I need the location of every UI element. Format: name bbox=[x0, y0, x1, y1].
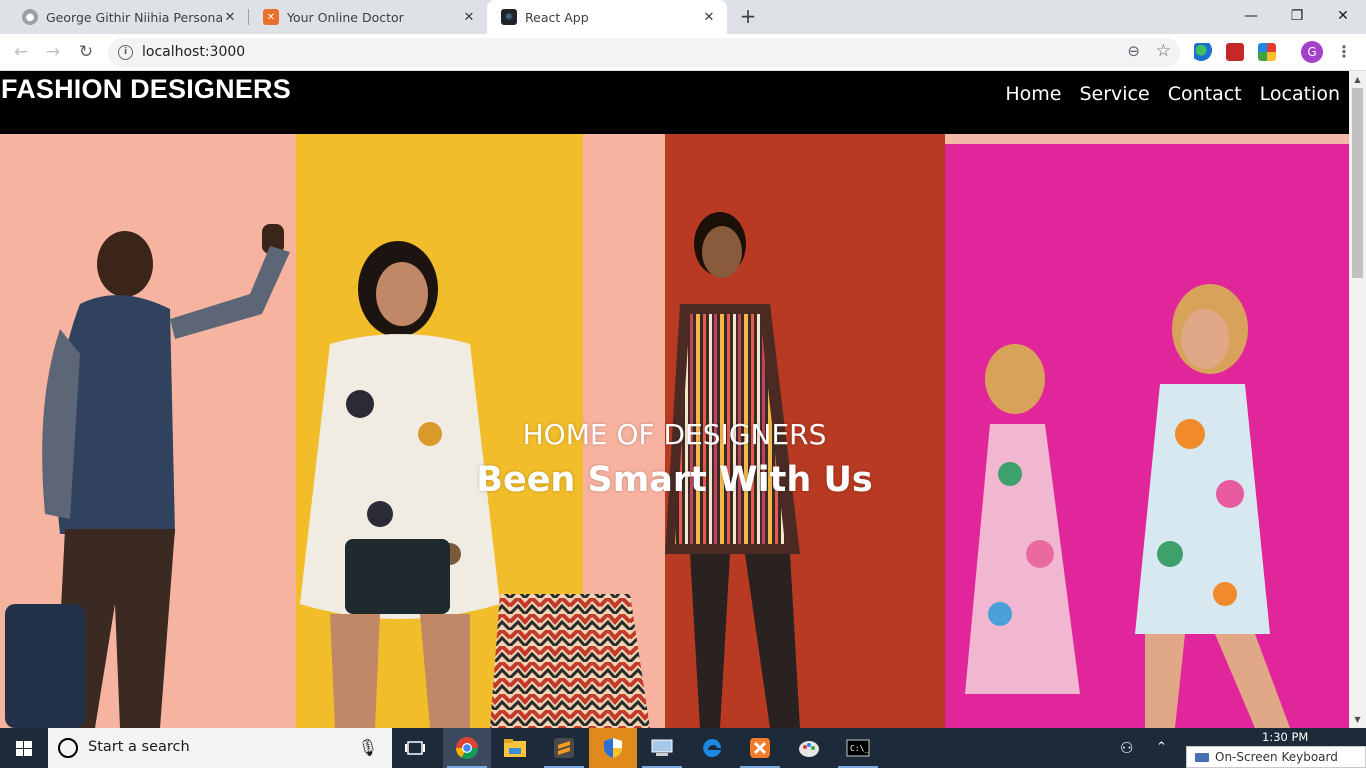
scrollbar-thumb[interactable] bbox=[1352, 88, 1363, 278]
search-placeholder: Start a search bbox=[88, 739, 190, 755]
windows-taskbar: Start a search 🎙 C:\_ ⚇ ⌃ 1:30 PM bbox=[0, 728, 1366, 768]
close-tab-icon[interactable]: ✕ bbox=[461, 10, 477, 25]
sublime-text-icon[interactable] bbox=[540, 728, 588, 768]
extension-globe-icon[interactable] bbox=[1194, 43, 1212, 61]
extension-red-icon[interactable] bbox=[1226, 43, 1244, 61]
site-navbar: FASHION DESIGNERS Home Service Contact L… bbox=[0, 71, 1349, 134]
nav-service-link[interactable]: Service bbox=[1079, 83, 1149, 105]
minimize-icon[interactable]: — bbox=[1228, 0, 1274, 34]
chrome-menu-icon[interactable]: ⋮ bbox=[1336, 40, 1352, 64]
profile-avatar[interactable]: G bbox=[1301, 41, 1323, 63]
xampp-icon: ✕ bbox=[263, 9, 279, 25]
edge-icon[interactable] bbox=[688, 728, 736, 768]
people-icon[interactable]: ⚇ bbox=[1120, 728, 1140, 768]
start-button[interactable] bbox=[0, 728, 48, 768]
tab-react-app[interactable]: ⚛ React App ✕ bbox=[487, 0, 727, 34]
nav-home-link[interactable]: Home bbox=[1005, 83, 1061, 105]
paint-icon[interactable] bbox=[785, 728, 833, 768]
globe-icon: ● bbox=[22, 9, 38, 25]
page-viewport: FASHION DESIGNERS Home Service Contact L… bbox=[0, 71, 1349, 728]
windows-logo-icon bbox=[16, 741, 32, 756]
model-girl-and-woman bbox=[965, 284, 1290, 728]
address-bar[interactable]: i localhost:3000 ⊖ ☆ bbox=[108, 38, 1180, 67]
task-view-icon[interactable] bbox=[392, 728, 440, 768]
bookmark-star-icon[interactable]: ☆ bbox=[1156, 41, 1171, 61]
browser-toolbar: ← → ↻ i localhost:3000 ⊖ ☆ G ⋮ bbox=[0, 34, 1366, 71]
scroll-up-icon[interactable]: ▲ bbox=[1349, 71, 1366, 88]
tab-title: Your Online Doctor bbox=[287, 9, 404, 25]
zoom-icon[interactable]: ⊖ bbox=[1127, 42, 1140, 60]
url-text[interactable]: localhost:3000 bbox=[142, 44, 245, 60]
scroll-down-icon[interactable]: ▼ bbox=[1349, 711, 1366, 728]
extension-color-icon[interactable] bbox=[1258, 43, 1276, 61]
security-shield-icon[interactable] bbox=[589, 728, 637, 768]
keyboard-icon bbox=[1195, 753, 1209, 762]
react-icon: ⚛ bbox=[501, 9, 517, 25]
svg-text:C:\_: C:\_ bbox=[850, 744, 869, 753]
xampp-icon[interactable] bbox=[736, 728, 784, 768]
new-tab-button[interactable]: + bbox=[736, 5, 760, 29]
microphone-icon[interactable]: 🎙 bbox=[358, 738, 378, 757]
close-tab-icon[interactable]: ✕ bbox=[222, 10, 238, 25]
site-info-icon[interactable]: i bbox=[118, 45, 133, 60]
forward-button[interactable]: → bbox=[41, 40, 65, 64]
close-tab-icon[interactable]: ✕ bbox=[701, 10, 717, 25]
show-hidden-icons-icon[interactable]: ⌃ bbox=[1156, 728, 1176, 768]
site-menu: Home Service Contact Location bbox=[1005, 83, 1340, 105]
hero-subtitle: HOME OF DESIGNERS bbox=[522, 418, 827, 451]
tab-title: George Githir Niihia Personal We bbox=[46, 9, 222, 25]
cmd-icon[interactable]: C:\_ bbox=[834, 728, 882, 768]
site-brand[interactable]: FASHION DESIGNERS bbox=[1, 74, 291, 105]
restore-icon[interactable]: ❐ bbox=[1274, 0, 1320, 34]
browser-tab-strip: ● George Githir Niihia Personal We ✕ ✕ Y… bbox=[0, 0, 1366, 34]
nav-location-link[interactable]: Location bbox=[1260, 83, 1340, 105]
clock[interactable]: 1:30 PM bbox=[1262, 730, 1308, 744]
file-explorer-icon[interactable] bbox=[491, 728, 539, 768]
tab-george-githir[interactable]: ● George Githir Niihia Personal We ✕ bbox=[8, 0, 248, 34]
taskbar-search-box[interactable]: Start a search 🎙 bbox=[48, 728, 392, 768]
back-button[interactable]: ← bbox=[9, 40, 33, 64]
tab-title: React App bbox=[525, 9, 589, 25]
cortana-icon bbox=[58, 738, 78, 758]
nav-contact-link[interactable]: Contact bbox=[1168, 83, 1242, 105]
osk-label: On-Screen Keyboard bbox=[1215, 750, 1338, 764]
hero-banner-image: HOME OF DESIGNERS Been Smart With Us bbox=[0, 134, 1349, 728]
hero-title: Been Smart With Us bbox=[476, 460, 873, 500]
network-icon[interactable] bbox=[638, 728, 686, 768]
chrome-icon[interactable] bbox=[443, 728, 491, 768]
reload-button[interactable]: ↻ bbox=[74, 40, 98, 64]
page-scrollbar[interactable]: ▲ ▼ bbox=[1349, 71, 1366, 728]
tab-your-online-doctor[interactable]: ✕ Your Online Doctor ✕ bbox=[249, 0, 487, 34]
close-window-icon[interactable]: ✕ bbox=[1320, 0, 1366, 34]
on-screen-keyboard-button[interactable]: On-Screen Keyboard bbox=[1186, 746, 1366, 768]
